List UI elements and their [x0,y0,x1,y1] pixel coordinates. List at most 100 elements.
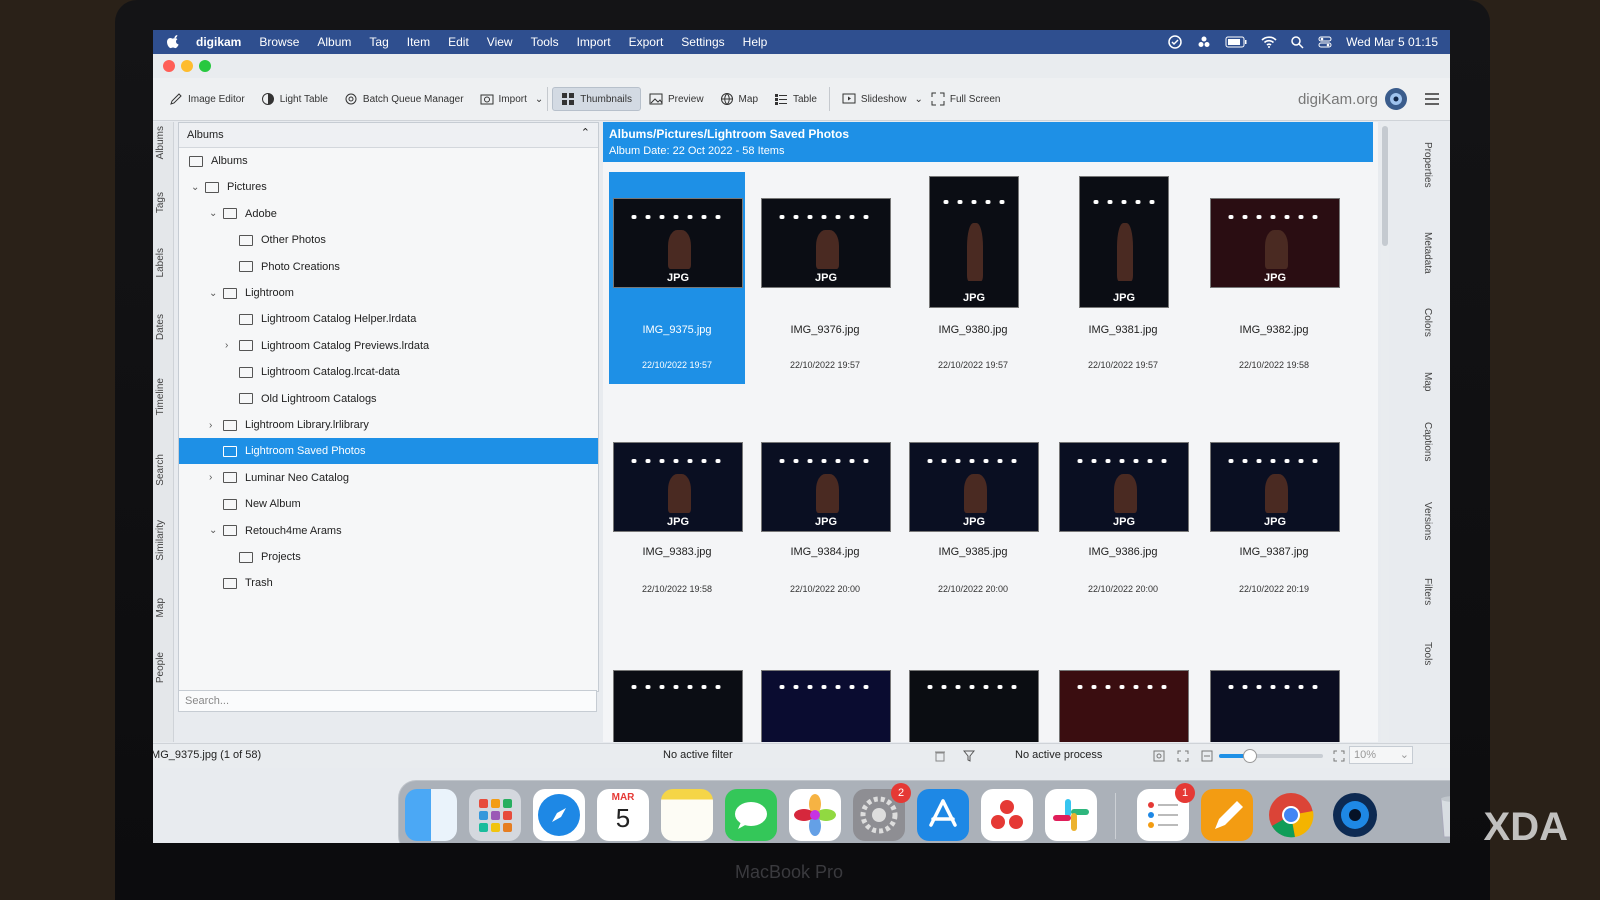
digikam-dock-icon[interactable] [1329,789,1381,841]
thumbnail-image[interactable]: JPG [929,176,1019,308]
album-tree-item[interactable]: Lightroom Catalog Helper.lrdata [179,306,598,332]
album-tree-item[interactable]: ⌄ Retouch4me Arams [179,518,598,544]
battery-icon[interactable] [1225,36,1247,48]
album-tree-item[interactable]: Lightroom Catalog.lrcat-data [179,359,598,385]
zoom-dropdown-chevron-icon[interactable]: ⌄ [1400,747,1412,763]
thumbnail-item[interactable]: JPG IMG_9385.jpg 22/10/2022 20:00 [905,414,1041,626]
thumbnail-item[interactable]: JPG IMG_9387.jpg 22/10/2022 20:19 [1206,414,1342,626]
thumbnails-view-button[interactable]: Thumbnails [552,87,641,111]
safari-icon[interactable] [533,789,585,841]
messages-icon[interactable] [725,789,777,841]
clock[interactable]: Wed Mar 5 01:15 [1346,35,1438,49]
dots-icon[interactable] [1197,35,1211,49]
album-tree-item[interactable]: ⌄ Pictures [179,174,598,200]
slideshow-button[interactable]: Slideshow [834,88,915,110]
thumbnail-image[interactable] [761,670,891,742]
menu-settings[interactable]: Settings [672,35,733,49]
collapsed-chevron-icon[interactable]: › [209,420,212,431]
slideshow-dropdown-chevron-icon[interactable]: ⌄ [915,94,923,105]
digikam-brand[interactable]: digiKam.org [1298,87,1450,111]
thumbnail-image[interactable]: JPG [1210,198,1340,288]
tab-captions[interactable]: Captions [1422,422,1433,461]
import-dropdown-chevron-icon[interactable]: ⌄ [535,94,543,105]
filter-icon[interactable] [963,750,975,762]
tab-people[interactable]: People [155,652,166,683]
reminders-icon[interactable]: 1 [1137,783,1195,841]
tab-dates[interactable]: Dates [155,314,166,340]
tab-metadata[interactable]: Metadata [1422,232,1433,274]
tab-albums[interactable]: Albums [155,126,166,159]
hamburger-menu-icon[interactable] [1424,92,1440,106]
thumbnail-image[interactable] [1059,670,1189,742]
tab-map[interactable]: Map [155,598,166,617]
menu-tag[interactable]: Tag [360,35,397,49]
album-tree-item[interactable]: Projects [179,544,598,570]
tab-filters[interactable]: Filters [1422,578,1433,605]
zoom-slider-handle[interactable] [1243,749,1258,763]
finder-icon[interactable] [405,789,457,841]
slack-icon[interactable] [1045,789,1097,841]
calendar-icon[interactable]: MAR 5 [597,789,649,841]
thumbnail-image[interactable]: JPG [909,442,1039,532]
photos-icon[interactable] [789,789,841,841]
tab-tags[interactable]: Tags [155,192,166,213]
menu-browse[interactable]: Browse [250,35,308,49]
expand-chevron-icon[interactable]: ⌄ [209,525,217,536]
scrollbar-thumb[interactable] [1382,126,1388,246]
teamwork-app-icon[interactable] [981,789,1033,841]
thumbnail-image[interactable]: JPG [613,442,743,532]
chrome-icon[interactable] [1265,789,1317,841]
thumbnail-image[interactable]: JPG [613,198,743,288]
trash-icon[interactable] [1429,789,1450,841]
menu-help[interactable]: Help [734,35,777,49]
expand-chevron-icon[interactable]: ⌄ [191,182,199,193]
album-tree-item[interactable]: Trash [179,570,598,596]
menu-edit[interactable]: Edit [439,35,478,49]
table-view-button[interactable]: Table [766,88,825,110]
zoom-slider[interactable] [1219,749,1323,763]
thumbnail-image[interactable]: JPG [761,442,891,532]
preview-view-button[interactable]: Preview [641,88,712,110]
zoom-out-icon[interactable] [1201,750,1213,762]
app-store-icon[interactable] [917,789,969,841]
close-window-button[interactable] [163,60,175,72]
tab-similarity[interactable]: Similarity [155,520,166,561]
tab-timeline[interactable]: Timeline [155,378,166,415]
menu-album[interactable]: Album [308,35,360,49]
menu-import[interactable]: Import [568,35,620,49]
menu-view[interactable]: View [478,35,522,49]
zoom-100-icon[interactable] [1177,750,1189,762]
thumbnail-item[interactable]: JPG IMG_9376.jpg 22/10/2022 19:57 [757,172,893,384]
menu-export[interactable]: Export [620,35,673,49]
notes-icon[interactable] [661,789,713,841]
album-tree-item[interactable]: New Album [179,491,598,517]
thumbnail-item[interactable]: JPG IMG_9381.jpg 22/10/2022 19:57 [1055,172,1191,384]
menu-tools[interactable]: Tools [522,35,568,49]
expand-chevron-icon[interactable]: ⌄ [209,208,217,219]
album-tree-item[interactable]: ⌄ Adobe [179,201,598,227]
tab-properties[interactable]: Properties [1422,142,1433,188]
zoom-in-icon[interactable] [1333,750,1345,762]
control-center-icon[interactable] [1318,36,1332,48]
image-editor-button[interactable]: Image Editor [161,88,253,110]
map-view-button[interactable]: Map [712,88,766,110]
album-tree-item[interactable]: Other Photos [179,227,598,253]
menu-item[interactable]: Item [398,35,439,49]
menu-app-name[interactable]: digikam [187,35,250,49]
zoom-window-button[interactable] [199,60,211,72]
system-settings-icon[interactable]: 2 [853,783,911,841]
thumbnail-item[interactable]: JPG IMG_9382.jpg 22/10/2022 19:58 [1206,172,1342,384]
tab-versions[interactable]: Versions [1422,502,1433,540]
tab-map-right[interactable]: Map [1422,372,1433,391]
zoom-level-field[interactable]: 10% ⌄ [1349,746,1413,764]
tab-labels[interactable]: Labels [155,248,166,277]
thumbnail-item[interactable]: JPG IMG_9380.jpg 22/10/2022 19:57 [905,172,1041,384]
full-screen-button[interactable]: Full Screen [923,88,1009,110]
thumbnail-image[interactable]: JPG [1059,442,1189,532]
thumbnail-image[interactable] [1210,670,1340,742]
batch-queue-manager-button[interactable]: Batch Queue Manager [336,88,472,110]
pages-icon[interactable] [1201,789,1253,841]
album-tree-item[interactable]: ⌄ Lightroom [179,280,598,306]
collapse-chevron-icon[interactable]: ⌃ [581,126,590,139]
import-button[interactable]: Import [472,88,535,110]
